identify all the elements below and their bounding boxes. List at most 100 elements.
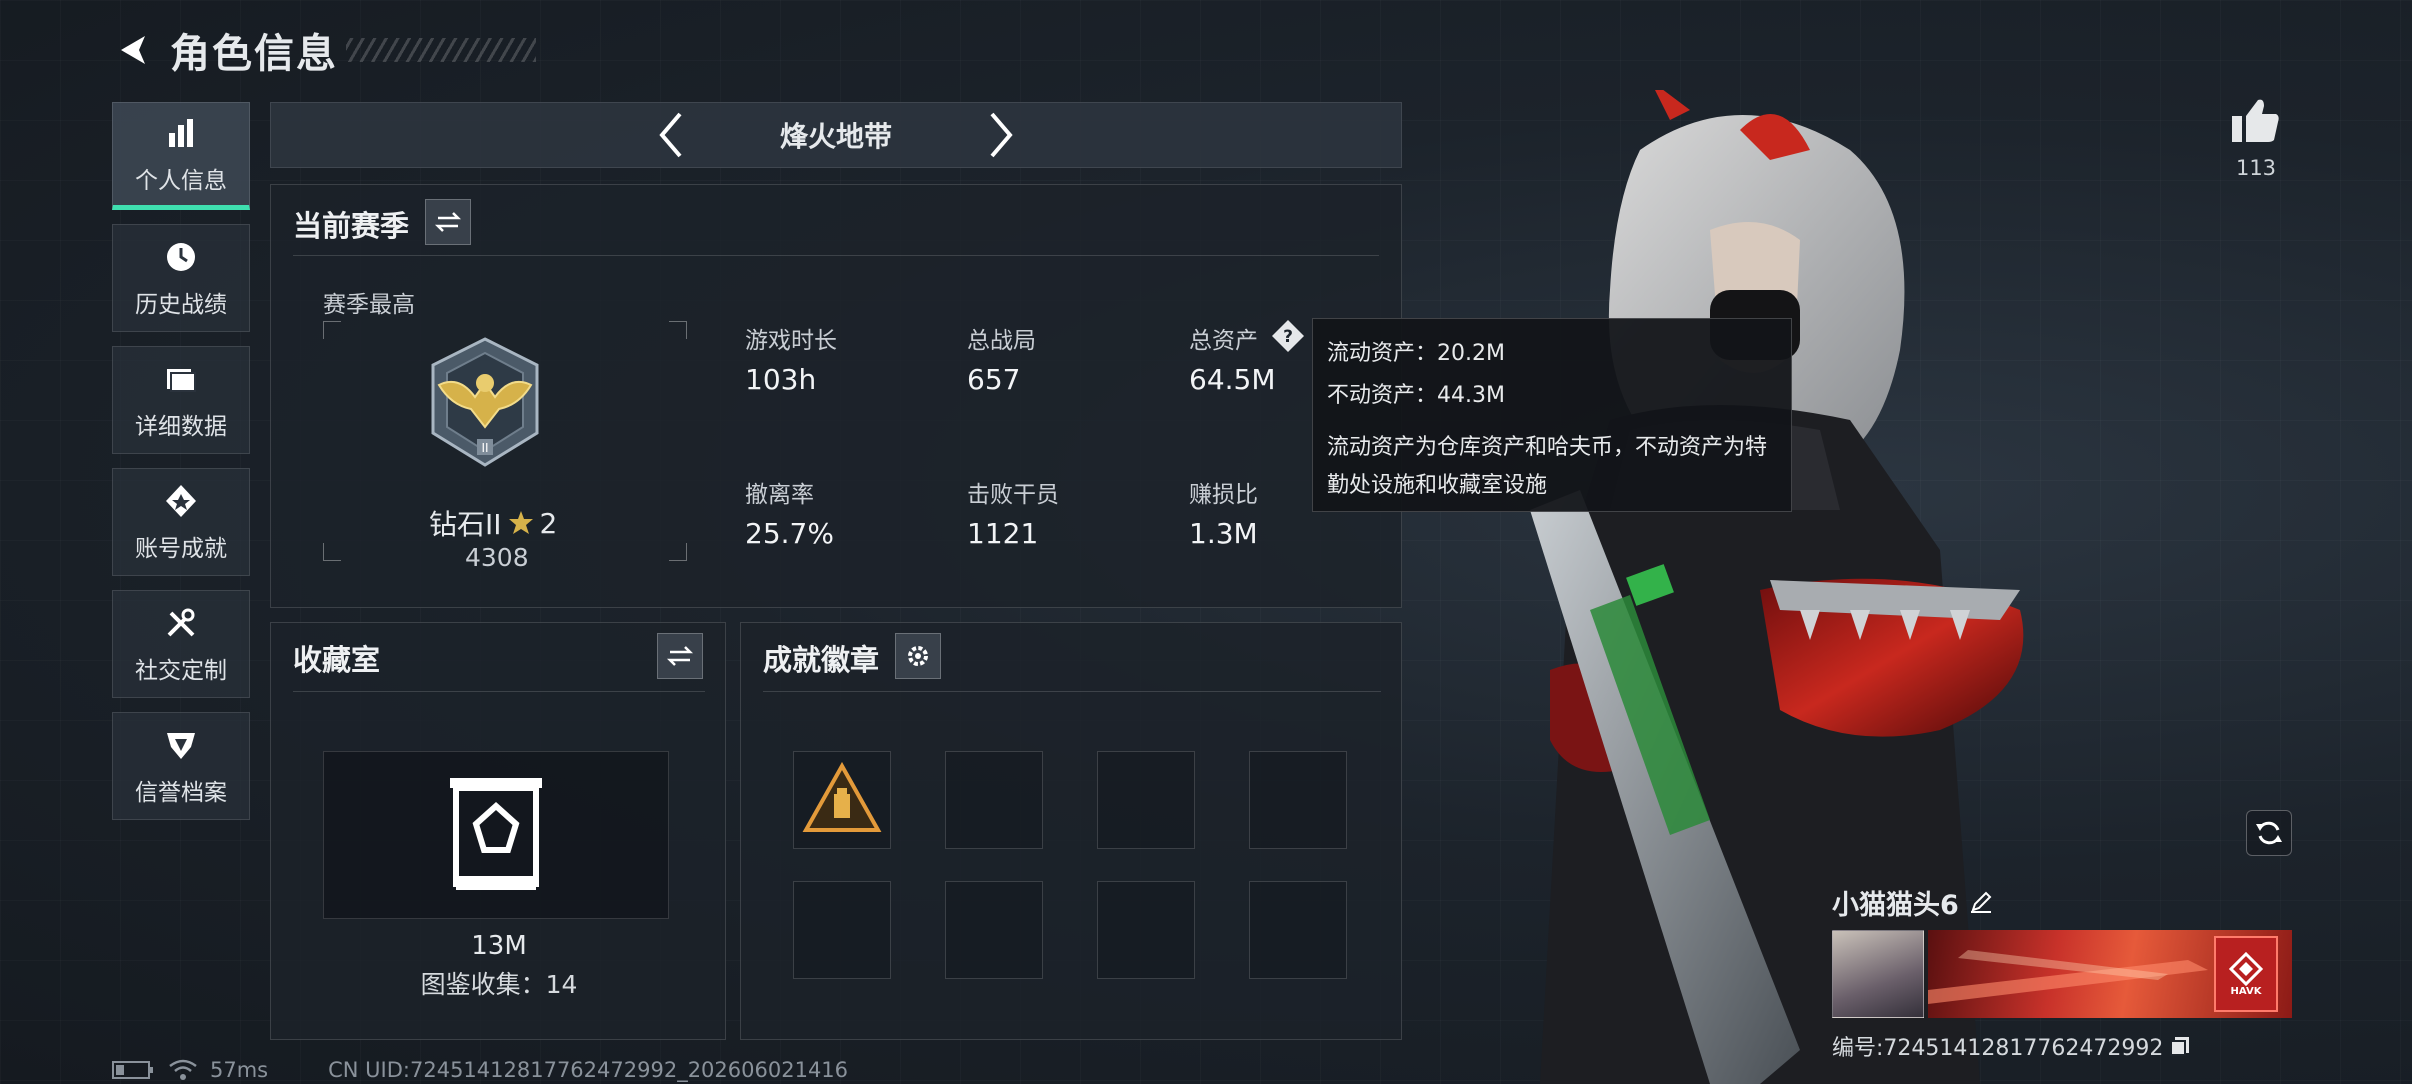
- sidebar-item-social[interactable]: 社交定制: [112, 590, 250, 698]
- stat-value: 657: [967, 363, 1021, 396]
- rank-name: 钻石II: [429, 508, 502, 541]
- stat-value: 1121: [967, 517, 1039, 550]
- back-button[interactable]: [110, 27, 156, 73]
- player-card[interactable]: HAVK: [1832, 930, 2292, 1018]
- stat-label: 赚损比: [1189, 482, 1258, 508]
- tooltip-liquid-assets: 流动资产：20.2M: [1327, 340, 1505, 366]
- swap-icon: [434, 212, 462, 232]
- collection-panel: 收藏室 13M 图鉴收集：14: [270, 622, 726, 1040]
- stat-value: 1.3M: [1189, 517, 1258, 550]
- sidebar-item-label: 社交定制: [135, 658, 227, 684]
- frame-corner: [323, 321, 341, 339]
- player-name: 小猫猫头6: [1832, 889, 1959, 921]
- back-arrow-icon: [121, 36, 145, 64]
- folder-icon: [161, 359, 201, 399]
- sidebar-item-achievements[interactable]: 账号成就: [112, 468, 250, 576]
- sidebar-item-label: 账号成就: [135, 536, 227, 562]
- collection-catalog: 图鉴收集：14: [420, 970, 578, 999]
- frame-corner: [323, 543, 341, 561]
- refresh-icon: [2256, 821, 2282, 845]
- svg-text:?: ?: [1283, 327, 1293, 347]
- sidebar-item-label: 信誉档案: [135, 780, 227, 806]
- badges-panel: 成就徽章: [740, 622, 1402, 1040]
- page-title: 角色信息: [170, 31, 338, 77]
- rank-emblem-icon: II: [431, 337, 539, 467]
- badges-title: 成就徽章: [763, 643, 880, 677]
- banner-logo: HAVK: [2214, 936, 2278, 1012]
- mode-next-button[interactable]: [976, 105, 1026, 165]
- collection-value: 13M: [471, 931, 527, 961]
- badge-slot[interactable]: [793, 751, 891, 849]
- avatar[interactable]: [1832, 930, 1924, 1018]
- reputation-icon: [161, 725, 201, 765]
- status-bar: 57ms CN UID:72451412817762472992_2026060…: [112, 1056, 848, 1084]
- season-title: 当前赛季: [293, 209, 410, 243]
- collection-switch-button[interactable]: [657, 633, 703, 679]
- rotate-view-button[interactable]: [2246, 810, 2292, 856]
- mode-name: 烽火地带: [779, 120, 892, 153]
- page-header: 角色信息: [110, 22, 536, 78]
- mode-selector: 烽火地带: [270, 102, 1402, 168]
- sidebar-item-history[interactable]: 历史战绩: [112, 224, 250, 332]
- badge-slot[interactable]: [793, 881, 891, 979]
- stat-value: 64.5M: [1189, 363, 1276, 396]
- tools-icon: [161, 603, 201, 643]
- swap-icon: [666, 646, 694, 666]
- battery-icon: [112, 1061, 153, 1079]
- collection-title: 收藏室: [293, 643, 381, 677]
- thumbs-up-icon: [2232, 99, 2279, 142]
- asset-tooltip: 流动资产：20.2M 不动资产：44.3M 流动资产为仓库资产和哈夫币，不动资产…: [1312, 318, 1792, 512]
- stat-label: 撤离率: [745, 482, 814, 508]
- collection-preview[interactable]: [323, 751, 669, 919]
- rank-row: 钻石II 2: [429, 503, 557, 543]
- season-best-label: 赛季最高: [323, 292, 415, 318]
- sidebar-item-label: 个人信息: [135, 168, 227, 194]
- stat-label: 总战局: [967, 328, 1036, 354]
- sidebar-item-detailed-data[interactable]: 详细数据: [112, 346, 250, 454]
- badge-slot[interactable]: [945, 751, 1043, 849]
- achievement-icon: [161, 481, 201, 521]
- stat-value: 103h: [745, 363, 817, 396]
- mode-prev-button[interactable]: [646, 105, 696, 165]
- collection-divider: [293, 691, 705, 692]
- history-icon: [161, 237, 201, 277]
- sidebar-item-label: 详细数据: [135, 414, 227, 440]
- like-button[interactable]: 113: [2228, 96, 2284, 180]
- asset-help-icon[interactable]: ?: [1271, 319, 1305, 353]
- rank-stars: 2: [539, 506, 558, 540]
- banner-logo-text: HAVK: [2230, 985, 2262, 997]
- stat-value: 25.7%: [745, 517, 834, 550]
- gear-icon: [908, 646, 928, 666]
- season-panel: 当前赛季 赛季最高 II 钻石II 2 4308 游戏时长 103h 总战局 6…: [270, 184, 1402, 608]
- ping-value: 57ms: [210, 1058, 269, 1082]
- badge-slot[interactable]: [1097, 751, 1195, 849]
- player-id: 编号:72451412817762472992: [1832, 1036, 2164, 1061]
- sidebar-item-reputation[interactable]: 信誉档案: [112, 712, 250, 820]
- stat-label: 游戏时长: [745, 328, 837, 354]
- sidebar: 个人信息 历史战绩 详细数据 账号成就 社交定制 信誉档案: [112, 102, 250, 834]
- tooltip-description: 流动资产为仓库资产和哈夫币，不动资产为特勤处设施和收藏室设施: [1327, 435, 1768, 498]
- sidebar-item-personal-info[interactable]: 个人信息: [112, 102, 250, 210]
- badge-slot[interactable]: [1249, 881, 1347, 979]
- client-uid: CN UID:72451412817762472992_202606021416: [328, 1058, 849, 1082]
- badge-slot[interactable]: [1097, 881, 1195, 979]
- badge-slot[interactable]: [1249, 751, 1347, 849]
- collection-room-icon: [450, 778, 542, 890]
- title-decoration: [346, 38, 536, 62]
- edit-pencil-icon[interactable]: [1969, 890, 1993, 914]
- player-nameplate: 小猫猫头6 HAVK 编号:72451412817762472992: [1832, 880, 2292, 1062]
- badges-settings-button[interactable]: [895, 633, 941, 679]
- chevron-right-icon: [990, 112, 1013, 158]
- chevron-left-icon: [659, 112, 682, 158]
- svg-text:II: II: [481, 441, 488, 455]
- player-banner: HAVK: [1928, 930, 2292, 1018]
- badges-divider: [763, 691, 1381, 692]
- badge-slot[interactable]: [945, 881, 1043, 979]
- season-switch-button[interactable]: [425, 199, 471, 245]
- player-name-row: 小猫猫头6: [1832, 880, 2292, 924]
- copy-icon[interactable]: [2169, 1035, 2191, 1057]
- frame-corner: [669, 321, 687, 339]
- havk-logo-icon: [2229, 951, 2263, 986]
- season-divider: [293, 255, 1379, 256]
- frame-corner: [669, 543, 687, 561]
